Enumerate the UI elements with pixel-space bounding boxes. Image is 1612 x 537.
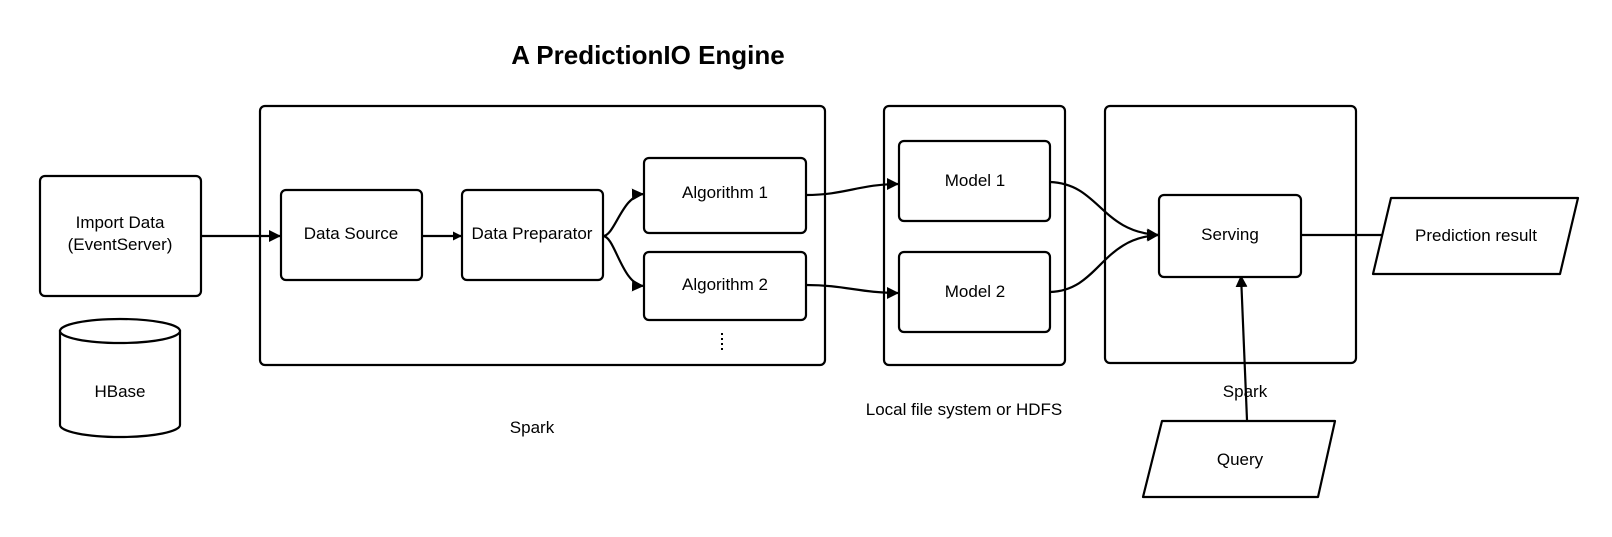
import-data-label-line1: Import Data [76, 213, 165, 232]
prediction-result-label: Prediction result [1415, 226, 1537, 245]
import-data-label-line2: (EventServer) [68, 235, 173, 254]
node-import-data[interactable]: Import Data (EventServer) [38, 174, 203, 298]
serving-group-label: Spark [1223, 382, 1268, 401]
algorithm-2-label: Algorithm 2 [682, 275, 768, 294]
node-algorithm-1[interactable]: Algorithm 1 [642, 156, 808, 235]
algorithm-1-label: Algorithm 1 [682, 183, 768, 202]
query-label: Query [1217, 450, 1264, 469]
node-hbase[interactable]: HBase [58, 317, 182, 439]
node-algorithm-2[interactable]: Algorithm 2 [642, 250, 808, 322]
model-2-label: Model 2 [945, 282, 1005, 301]
data-preparator-label: Data Preparator [472, 224, 593, 243]
node-model-1[interactable]: Model 1 [897, 139, 1052, 223]
diagram-canvas: A PredictionIO Engine Spark Local file s… [38, 40, 1580, 499]
edge-preparator-to-algorithm2 [602, 234, 645, 292]
node-query[interactable]: Query [1141, 419, 1337, 499]
edge-preparator-to-algorithm1 [602, 188, 645, 238]
hbase-label: HBase [94, 382, 145, 401]
serving-label: Serving [1201, 225, 1259, 244]
diagram-title: A PredictionIO Engine [511, 40, 785, 70]
training-group-label: Spark [510, 418, 555, 437]
node-data-preparator[interactable]: Data Preparator [460, 188, 605, 282]
data-source-label: Data Source [304, 224, 399, 243]
node-data-source[interactable]: Data Source [279, 188, 424, 282]
hbase-cylinder-top [58, 317, 182, 345]
node-prediction-result[interactable]: Prediction result [1371, 196, 1580, 276]
storage-group-label: Local file system or HDFS [866, 400, 1063, 419]
node-serving[interactable]: Serving [1157, 193, 1303, 279]
node-model-2[interactable]: Model 2 [897, 250, 1052, 334]
model-1-label: Model 1 [945, 171, 1005, 190]
